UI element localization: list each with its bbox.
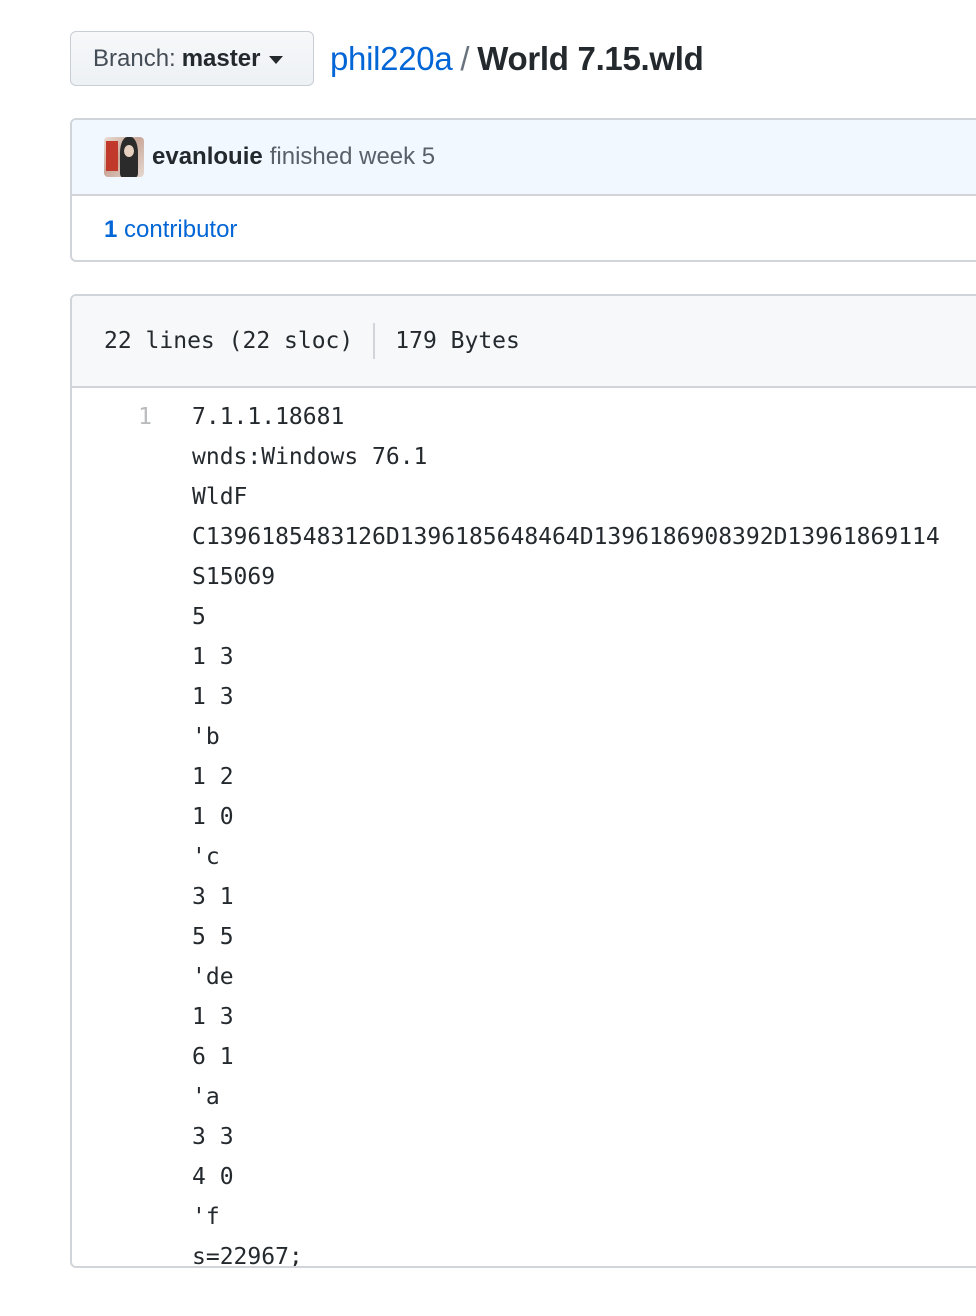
code-line-text: WldF	[192, 484, 248, 510]
latest-commit: evanlouie finished week 5	[72, 120, 976, 196]
code-line-text: wnds:Windows 76.1	[192, 444, 428, 470]
code-line: 6 1	[72, 1037, 976, 1077]
code-line: 3 3	[72, 1117, 976, 1157]
code-line: 5 5	[72, 917, 976, 957]
contributor-label: contributor	[124, 216, 238, 243]
branch-value: master	[181, 44, 261, 72]
branch-select-button[interactable]: Branch: master	[70, 31, 314, 86]
code-line: 'a	[72, 1077, 976, 1117]
code-line: 1 3	[72, 637, 976, 677]
code-line: 'b	[72, 717, 976, 757]
repo-link[interactable]: phil220a	[330, 40, 453, 77]
code-line: 3 1	[72, 877, 976, 917]
code-line: 'de	[72, 957, 976, 997]
contributors-link[interactable]: 1 contributor	[104, 216, 237, 244]
code-line: 'c	[72, 837, 976, 877]
contributors-row: 1 contributor	[72, 196, 976, 260]
code-line-text: s=22967;	[192, 1244, 303, 1268]
code-line-text: S15069	[192, 564, 276, 590]
commit-message[interactable]: finished week 5	[270, 143, 435, 171]
code-line-text: 6 1	[192, 1044, 234, 1070]
breadcrumb: phil220a / World 7.15.wld	[330, 40, 704, 78]
code-line-text: C1396185483126D1396185648464D13961869083…	[192, 524, 940, 550]
code-line-text: 7.1.1.18681	[192, 404, 345, 430]
code-line-text: 5	[192, 604, 206, 630]
code-line-text: 'de	[192, 964, 234, 990]
code-line: WldF	[72, 477, 976, 517]
code-line: wnds:Windows 76.1	[72, 437, 976, 477]
code-line: 5	[72, 597, 976, 637]
code-line-text: 1 3	[192, 1004, 234, 1030]
commit-author[interactable]: evanlouie	[152, 143, 263, 171]
contributor-count: 1	[104, 216, 118, 243]
code-line-text: 'b	[192, 724, 220, 750]
code-line-text: 4 0	[192, 1164, 234, 1190]
code-line: 1 0	[72, 797, 976, 837]
code-body: 1 7.1.1.18681 wnds:Windows 76.1 WldF C139618…	[72, 388, 976, 1268]
file-header: 22 lines (22 sloc) 179 Bytes	[72, 296, 976, 388]
file-line-count: 22 lines (22 sloc)	[104, 328, 354, 354]
breadcrumb-separator: /	[460, 40, 470, 77]
code-line: 1 7.1.1.18681	[72, 397, 976, 437]
code-line-text: 3 3	[192, 1124, 234, 1150]
code-line: C1396185483126D1396185648464D13961869083…	[72, 517, 976, 557]
code-line: 'f	[72, 1197, 976, 1237]
code-line-text: 1 0	[192, 804, 234, 830]
code-line-text: 5 5	[192, 924, 234, 950]
file-name: World 7.15.wld	[477, 40, 704, 77]
branch-label: Branch:	[93, 44, 176, 72]
code-line-text: 3 1	[192, 884, 234, 910]
caret-down-icon	[269, 56, 284, 64]
line-number[interactable]: 1	[72, 404, 192, 430]
avatar[interactable]	[104, 137, 144, 177]
code-line: 1 3	[72, 997, 976, 1037]
code-line: s=22967;	[72, 1237, 976, 1268]
file-viewer: 22 lines (22 sloc) 179 Bytes 1 7.1.1.1868…	[70, 294, 976, 1268]
code-line-text: 1 3	[192, 684, 234, 710]
file-size: 179 Bytes	[395, 328, 520, 354]
code-line-text: 'f	[192, 1204, 220, 1230]
code-line-text: 'c	[192, 844, 220, 870]
divider	[373, 323, 376, 359]
code-line-text: 1 3	[192, 644, 234, 670]
code-line-text: 1 2	[192, 764, 234, 790]
code-line: 1 2	[72, 757, 976, 797]
commit-tease: evanlouie finished week 5 1 contributor	[70, 118, 976, 262]
code-line: S15069	[72, 557, 976, 597]
code-line-text: 'a	[192, 1084, 220, 1110]
code-line: 1 3	[72, 677, 976, 717]
code-line: 4 0	[72, 1157, 976, 1197]
